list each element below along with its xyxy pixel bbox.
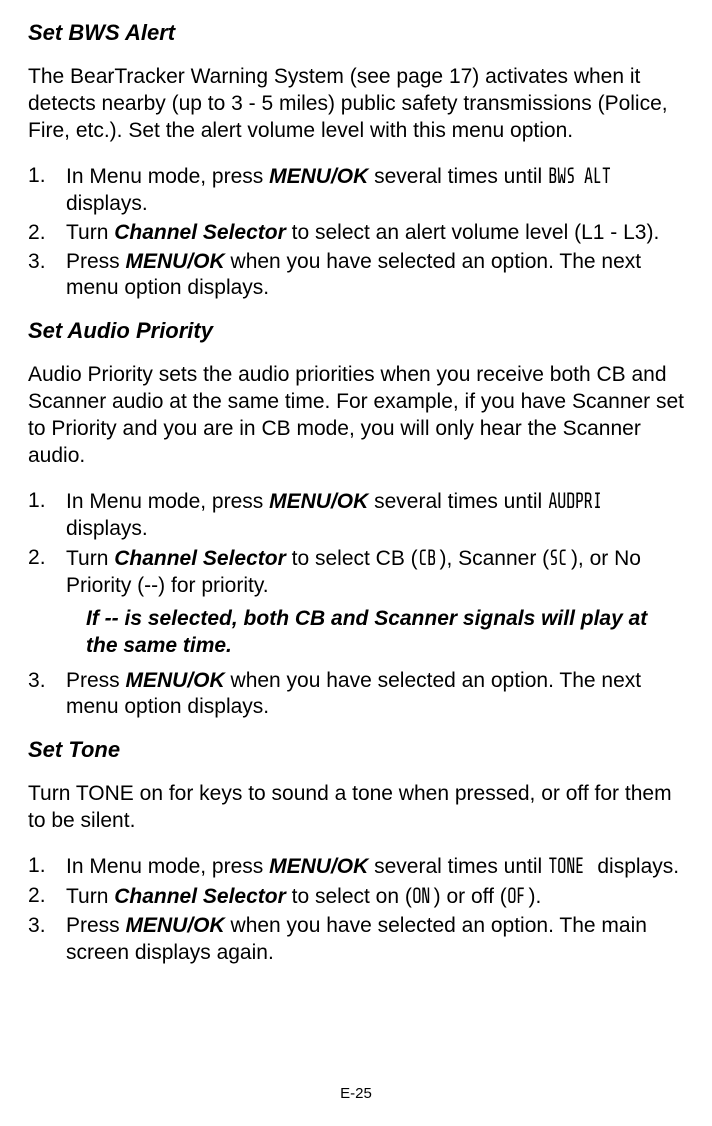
intro-bws: The BearTracker Warning System (see page… xyxy=(28,64,684,145)
steps-bws: In Menu mode, press MENU/OK several time… xyxy=(28,163,684,303)
lcd-cb: CB xyxy=(418,545,436,573)
intro-audio: Audio Priority sets the audio priorities… xyxy=(28,362,684,470)
lcd-audpri: AUDPRI xyxy=(548,488,602,516)
steps-audio-cont: Press MENU/OK when you have selected an … xyxy=(28,668,684,722)
text: displays. xyxy=(66,517,148,540)
page-number: E-25 xyxy=(0,1085,712,1102)
text: ). xyxy=(529,885,542,908)
text: Turn xyxy=(66,547,114,570)
menu-ok-text: MENU/OK xyxy=(269,165,368,188)
section-title-tone: Set Tone xyxy=(28,737,684,763)
step-audio-2: Turn Channel Selector to select CB (CB),… xyxy=(28,545,684,600)
menu-ok-text: MENU/OK xyxy=(269,855,368,878)
text: to select on ( xyxy=(286,885,412,908)
text: ), Scanner ( xyxy=(439,547,549,570)
text: several times until xyxy=(368,165,548,188)
lcd-on: ON xyxy=(412,883,430,911)
text: Turn xyxy=(66,221,114,244)
section-title-audio: Set Audio Priority xyxy=(28,318,684,344)
step-tone-3: Press MENU/OK when you have selected an … xyxy=(28,913,684,967)
step-bws-2: Turn Channel Selector to select an alert… xyxy=(28,220,684,247)
channel-selector-text: Channel Selector xyxy=(114,221,286,244)
text: several times until xyxy=(368,490,548,513)
text: Press xyxy=(66,914,126,937)
channel-selector-text: Channel Selector xyxy=(114,547,286,570)
text: In Menu mode, press xyxy=(66,490,269,513)
lcd-bws-alt: BWS ALT xyxy=(548,163,610,191)
menu-ok-text: MENU/OK xyxy=(126,250,225,273)
step-audio-3: Press MENU/OK when you have selected an … xyxy=(28,668,684,722)
page: Set BWS Alert The BearTracker Warning Sy… xyxy=(0,0,712,1126)
text: Turn xyxy=(66,885,114,908)
text: displays. xyxy=(66,192,148,215)
step-bws-3: Press MENU/OK when you have selected an … xyxy=(28,249,684,303)
text: In Menu mode, press xyxy=(66,855,269,878)
text: to select CB ( xyxy=(286,547,418,570)
menu-ok-text: MENU/OK xyxy=(126,669,225,692)
text: In Menu mode, press xyxy=(66,165,269,188)
lcd-tone: TONE xyxy=(548,853,584,881)
text: displays. xyxy=(592,855,680,878)
step-bws-1: In Menu mode, press MENU/OK several time… xyxy=(28,163,684,218)
steps-tone: In Menu mode, press MENU/OK several time… xyxy=(28,853,684,967)
section-title-bws: Set BWS Alert xyxy=(28,20,684,46)
text: Press xyxy=(66,669,126,692)
step-audio-1: In Menu mode, press MENU/OK several time… xyxy=(28,488,684,543)
lcd-of: OF xyxy=(507,883,525,911)
text: several times until xyxy=(368,855,548,878)
lcd-sc: SC xyxy=(549,545,567,573)
intro-tone: Turn TONE on for keys to sound a tone wh… xyxy=(28,781,684,835)
channel-selector-text: Channel Selector xyxy=(114,885,286,908)
menu-ok-text: MENU/OK xyxy=(269,490,368,513)
menu-ok-text: MENU/OK xyxy=(126,914,225,937)
step-tone-1: In Menu mode, press MENU/OK several time… xyxy=(28,853,684,881)
audio-note: If -- is selected, both CB and Scanner s… xyxy=(28,606,684,660)
steps-audio: In Menu mode, press MENU/OK several time… xyxy=(28,488,684,600)
step-tone-2: Turn Channel Selector to select on (ON) … xyxy=(28,883,684,911)
text: ) or off ( xyxy=(434,885,507,908)
text: to select an alert volume level (L1 - L3… xyxy=(286,221,660,244)
text: Press xyxy=(66,250,126,273)
